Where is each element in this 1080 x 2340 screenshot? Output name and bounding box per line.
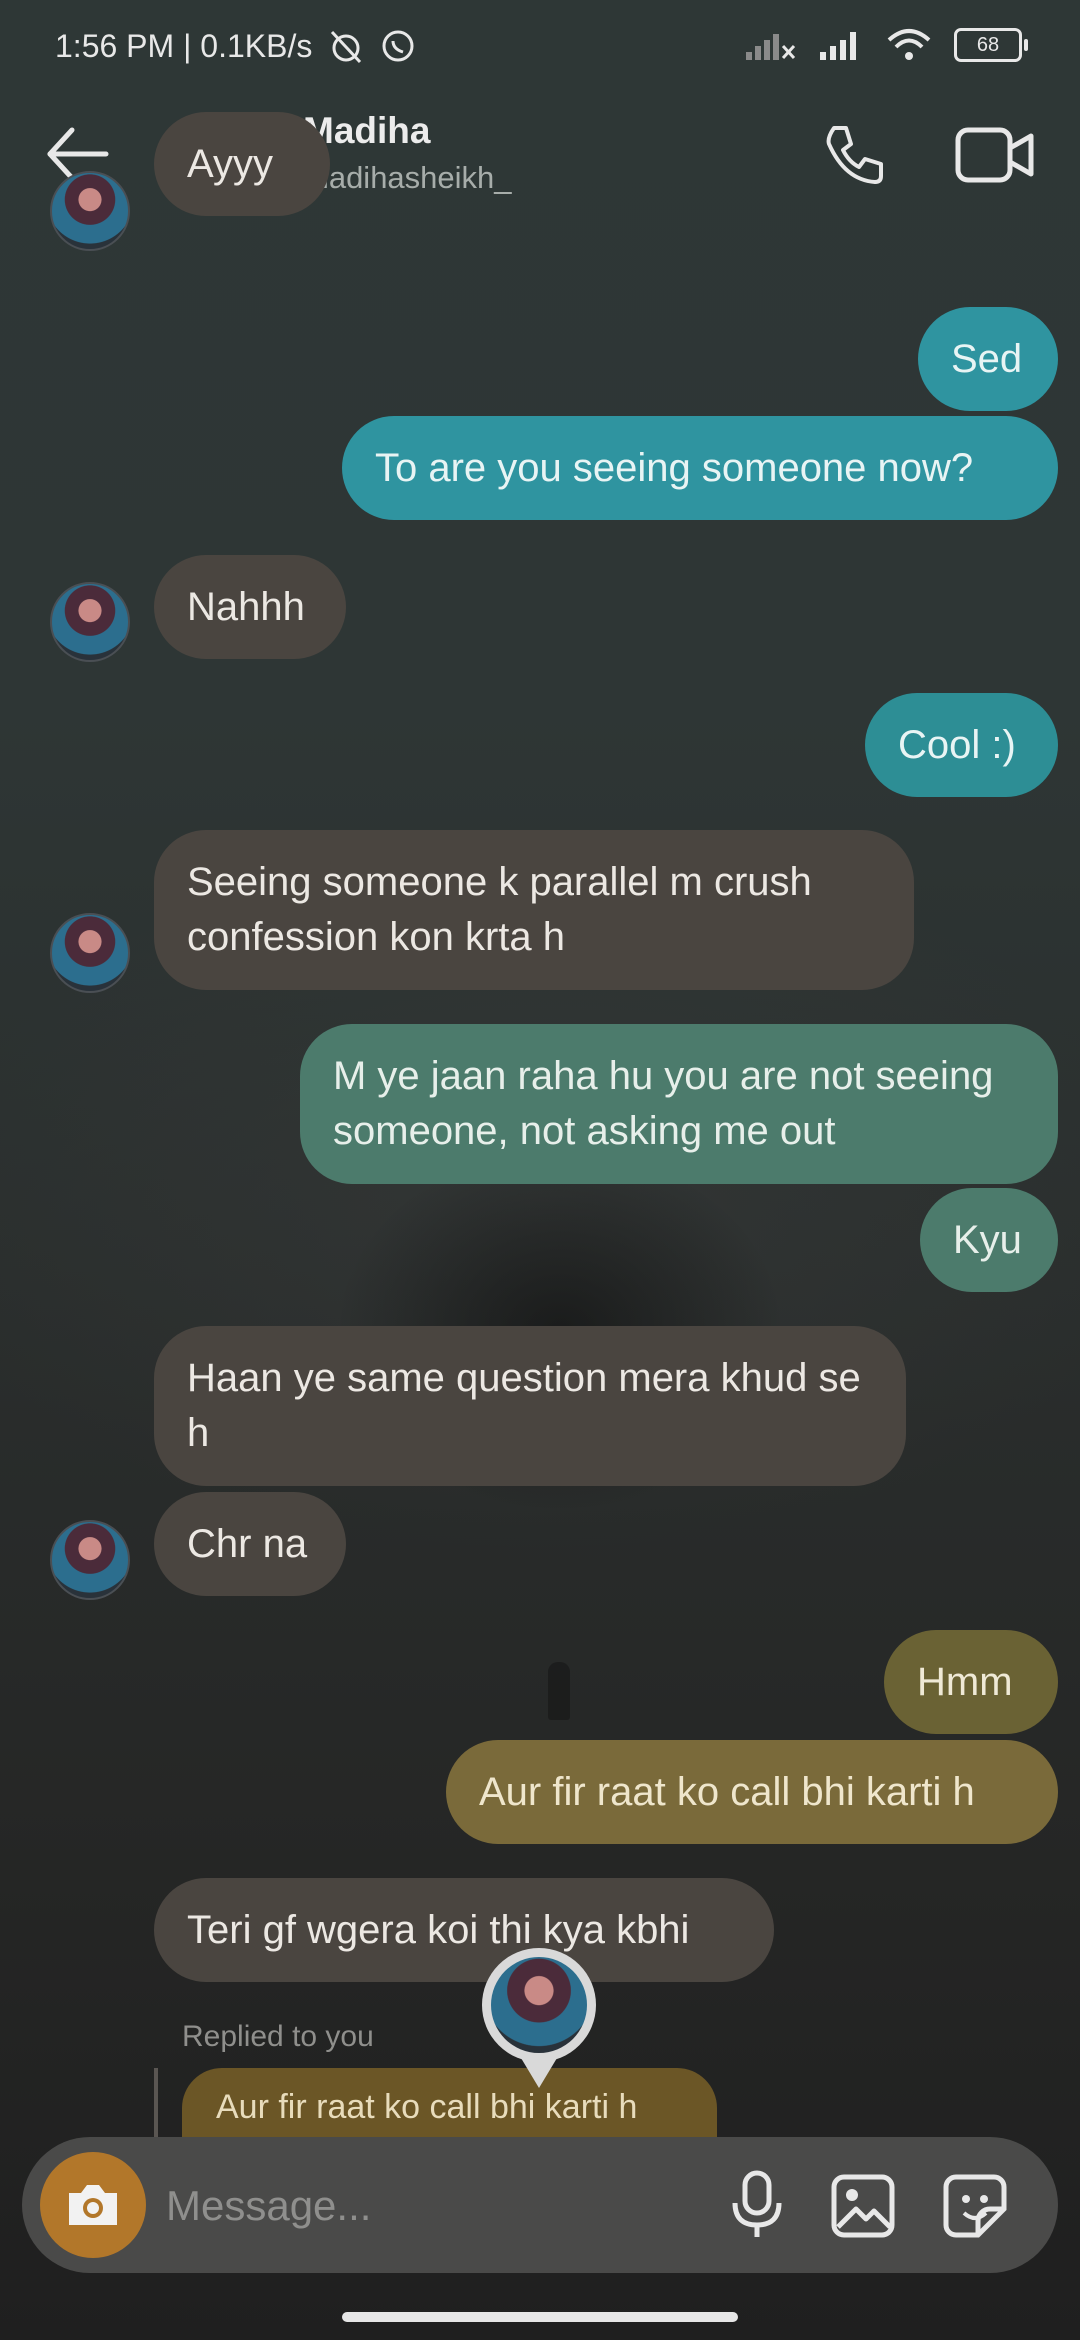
message-outgoing[interactable]: To are you seeing someone now? — [342, 416, 1058, 520]
typing-avatar — [491, 1957, 587, 2053]
phone-call-icon[interactable] — [820, 122, 886, 188]
reply-label: Replied to you — [182, 2020, 374, 2053]
sender-avatar[interactable] — [50, 913, 130, 993]
message-incoming[interactable]: Haan ye same question mera khud se h — [154, 1326, 906, 1486]
status-time-speed: 1:56 PM | 0.1KB/s — [55, 27, 313, 64]
message-outgoing[interactable]: Aur fir raat ko call bhi karti h — [446, 1740, 1058, 1844]
signal-icon — [820, 32, 856, 60]
message-incoming[interactable]: Nahhh — [154, 555, 346, 659]
gallery-icon[interactable] — [830, 2173, 896, 2239]
sticker-icon[interactable] — [942, 2173, 1008, 2239]
message-incoming[interactable]: Seeing someone k parallel m crush confes… — [154, 830, 914, 990]
contact-username[interactable]: madihasheikh_ — [303, 160, 512, 196]
message-outgoing[interactable]: Hmm — [884, 1630, 1058, 1734]
message-incoming[interactable]: Ayyy — [154, 112, 330, 216]
wifi-icon — [887, 29, 931, 60]
message-outgoing[interactable]: Sed — [918, 307, 1058, 411]
battery-indicator: 68 — [954, 28, 1028, 62]
reply-quoted-message[interactable]: Aur fir raat ko call bhi karti h — [182, 2068, 717, 2138]
camera-icon — [69, 2185, 117, 2225]
video-call-icon[interactable] — [955, 124, 1035, 186]
message-outgoing[interactable]: Kyu — [920, 1188, 1058, 1292]
alarm-off-icon — [331, 30, 362, 64]
message-input[interactable] — [164, 2173, 708, 2239]
message-outgoing[interactable]: M ye jaan raha hu you are not seeing som… — [300, 1024, 1058, 1184]
sender-avatar[interactable] — [50, 1520, 130, 1600]
typing-avatar-bubble — [482, 1948, 596, 2088]
microphone-icon[interactable] — [727, 2169, 787, 2241]
status-bar: 1:56 PM | 0.1KB/s 68 — [0, 0, 1080, 96]
message-composer — [22, 2137, 1058, 2273]
reply-bar — [154, 2068, 158, 2138]
message-incoming[interactable]: Chr na — [154, 1492, 346, 1596]
sender-avatar[interactable] — [50, 171, 130, 251]
wallpaper-figure — [548, 1662, 570, 1720]
whatsapp-icon — [382, 30, 414, 62]
sender-avatar[interactable] — [50, 582, 130, 662]
camera-button[interactable] — [40, 2152, 146, 2258]
message-outgoing[interactable]: Cool :) — [865, 693, 1058, 797]
message-incoming[interactable]: Teri gf wgera koi thi kya kbhi — [154, 1878, 774, 1982]
home-indicator[interactable] — [342, 2312, 738, 2322]
signal-off-icon — [746, 34, 796, 60]
